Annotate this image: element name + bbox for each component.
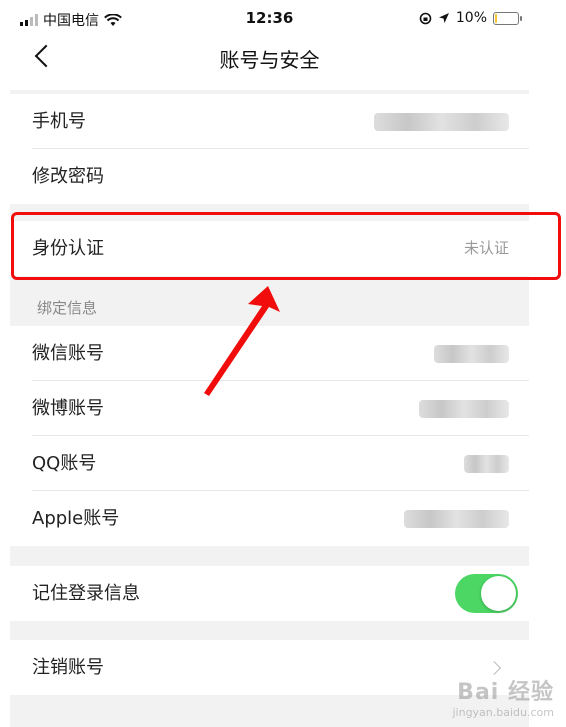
account-group: 手机号 修改密码	[10, 94, 529, 204]
rotation-lock-icon	[419, 12, 432, 24]
wechat-label: 微信账号	[32, 343, 104, 364]
change-password-row[interactable]: 修改密码	[10, 149, 529, 204]
watermark-sub: jingyan.baidu.com	[452, 706, 554, 719]
chevron-right-icon	[486, 660, 502, 676]
identity-status: 未认证	[463, 239, 509, 257]
phone-value-blurred	[374, 113, 509, 131]
change-password-label: 修改密码	[32, 166, 104, 187]
wechat-row[interactable]: 微信账号	[10, 326, 529, 381]
wechat-value-blurred	[434, 345, 509, 363]
location-arrow-icon	[438, 13, 449, 23]
weibo-label: 微博账号	[32, 398, 104, 419]
remember-login-row: 记住登录信息	[10, 566, 529, 621]
binding-group: 微信账号 微博账号 QQ账号 Apple账号	[10, 326, 529, 546]
binding-section-title: 绑定信息	[37, 299, 98, 317]
deactivate-row[interactable]: 注销账号	[10, 640, 529, 695]
baidu-watermark: Bai 经验 jingyan.baidu.com	[452, 674, 554, 719]
status-right: 10%	[419, 10, 522, 26]
deactivate-group: 注销账号	[10, 640, 529, 695]
status-bar: 中国电信 12:36 10%	[10, 0, 529, 38]
toggle-knob	[481, 576, 516, 611]
battery-percent: 10%	[455, 10, 487, 26]
deactivate-label: 注销账号	[32, 657, 104, 678]
phone-label: 手机号	[32, 111, 86, 132]
apple-row[interactable]: Apple账号	[10, 491, 529, 546]
battery-fill	[495, 13, 497, 23]
apple-value-blurred	[404, 510, 509, 528]
watermark-main: Bai 经验	[457, 680, 554, 705]
apple-label: Apple账号	[32, 508, 120, 529]
remember-login-toggle[interactable]	[455, 574, 518, 613]
identity-group: 身份认证 未认证	[10, 221, 529, 276]
identity-row[interactable]: 身份认证 未认证	[10, 221, 529, 276]
qq-value-blurred	[464, 455, 509, 473]
weibo-value-blurred	[419, 400, 509, 418]
remember-login-label: 记住登录信息	[32, 583, 140, 604]
remember-group: 记住登录信息	[10, 566, 529, 621]
qq-row[interactable]: QQ账号	[10, 436, 529, 491]
phone-row[interactable]: 手机号	[10, 94, 529, 149]
chevron-left-icon[interactable]	[34, 44, 58, 68]
nav-bar: 账号与安全	[10, 38, 529, 90]
battery-icon	[493, 11, 522, 25]
identity-label: 身份认证	[32, 238, 104, 259]
qq-label: QQ账号	[32, 453, 97, 474]
page-title: 账号与安全	[219, 48, 320, 72]
weibo-row[interactable]: 微博账号	[10, 381, 529, 436]
